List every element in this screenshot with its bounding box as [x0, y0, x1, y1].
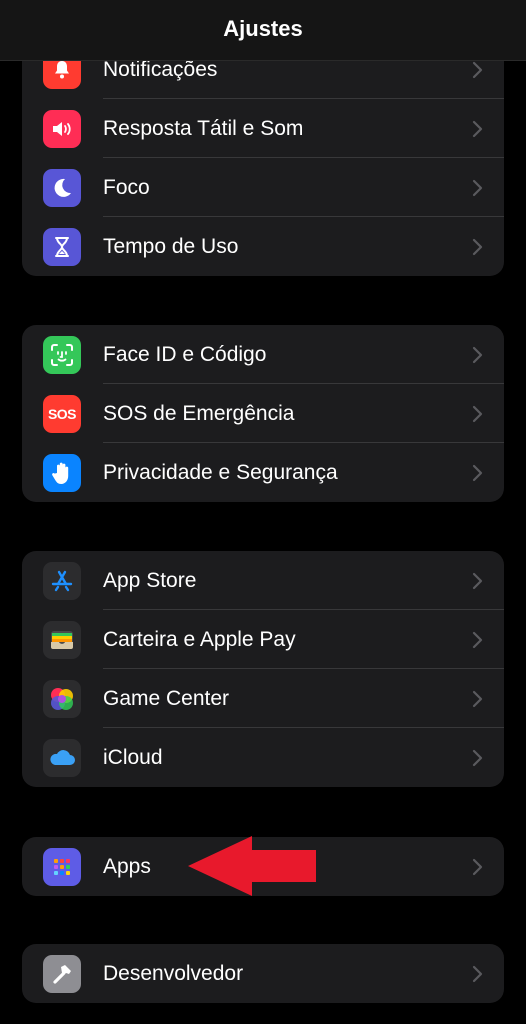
settings-group-services: App Store Carteira e Apple Pay Game Cent… — [22, 551, 504, 787]
app-store-icon — [43, 562, 81, 600]
chevron-right-icon — [472, 965, 483, 983]
settings-item-label: Desenvolvedor — [103, 962, 244, 985]
settings-item-app-store[interactable]: App Store — [22, 551, 504, 610]
navigation-bar: Ajustes — [0, 0, 526, 61]
icloud-icon — [43, 739, 81, 777]
settings-item-privacy-security[interactable]: Privacidade e Segurança — [22, 443, 504, 502]
game-center-icon — [43, 680, 81, 718]
settings-item-label: Notificações — [103, 58, 218, 81]
settings-item-label: Foco — [103, 176, 150, 199]
chevron-right-icon — [472, 238, 483, 256]
chevron-right-icon — [472, 464, 483, 482]
chevron-right-icon — [472, 690, 483, 708]
settings-item-label: Carteira e Apple Pay — [103, 628, 296, 651]
settings-item-sounds-haptics[interactable]: Resposta Tátil e Som — [22, 99, 504, 158]
hand-icon — [43, 454, 81, 492]
hammer-icon — [43, 955, 81, 993]
face-id-icon — [43, 336, 81, 374]
chevron-right-icon — [472, 179, 483, 197]
settings-group-notifications: Notificações Resposta Tátil e Som Foco T… — [22, 40, 504, 276]
sos-icon-text: SOS — [47, 406, 77, 422]
chevron-right-icon — [472, 749, 483, 767]
settings-item-screen-time[interactable]: Tempo de Uso — [22, 217, 504, 276]
settings-group-developer: Desenvolvedor — [22, 944, 504, 1003]
chevron-right-icon — [472, 405, 483, 423]
settings-item-label: Tempo de Uso — [103, 235, 239, 258]
page-title: Ajustes — [223, 16, 303, 41]
chevron-right-icon — [472, 346, 483, 364]
speaker-icon — [43, 110, 81, 148]
settings-item-focus[interactable]: Foco — [22, 158, 504, 217]
settings-item-emergency-sos[interactable]: SOS SOS de Emergência — [22, 384, 504, 443]
chevron-right-icon — [472, 61, 483, 79]
chevron-right-icon — [472, 631, 483, 649]
settings-item-label: iCloud — [103, 746, 163, 769]
settings-item-developer[interactable]: Desenvolvedor — [22, 944, 504, 1003]
settings-item-label: App Store — [103, 569, 197, 592]
settings-item-game-center[interactable]: Game Center — [22, 669, 504, 728]
settings-item-face-id[interactable]: Face ID e Código — [22, 325, 504, 384]
settings-group-security: Face ID e Código SOS SOS de Emergência P… — [22, 325, 504, 502]
settings-item-wallet-apple-pay[interactable]: Carteira e Apple Pay — [22, 610, 504, 669]
chevron-right-icon — [472, 120, 483, 138]
chevron-right-icon — [472, 572, 483, 590]
apps-grid-icon — [43, 848, 81, 886]
settings-item-label: Resposta Tátil e Som — [103, 117, 304, 140]
settings-item-label: SOS de Emergência — [103, 402, 295, 425]
wallet-icon — [43, 621, 81, 659]
settings-item-icloud[interactable]: iCloud — [22, 728, 504, 787]
chevron-right-icon — [472, 858, 483, 876]
settings-item-label: Privacidade e Segurança — [103, 461, 338, 484]
settings-item-label: Game Center — [103, 687, 230, 710]
red-arrow-icon — [188, 836, 316, 896]
settings-item-label: Face ID e Código — [103, 343, 267, 366]
moon-icon — [43, 169, 81, 207]
settings-item-label: Apps — [103, 855, 151, 878]
hourglass-icon — [43, 228, 81, 266]
sos-icon: SOS — [43, 395, 81, 433]
